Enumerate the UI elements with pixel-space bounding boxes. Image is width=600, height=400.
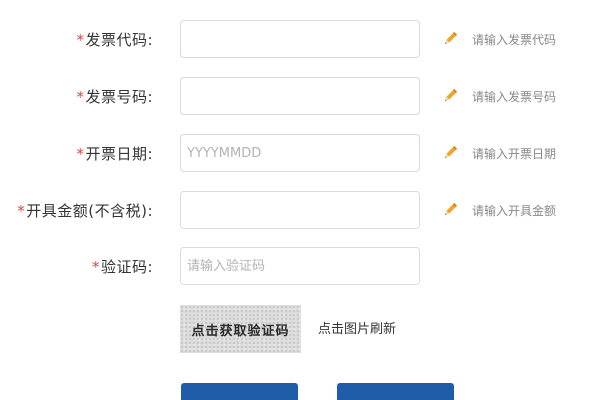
invoice-date-hint: 请输入开票日期 [472,147,557,161]
pencil-icon [445,88,458,101]
captcha-refresh-text[interactable]: 点击图片刷新 [318,318,396,337]
invoice-date-label: *开票日期: [76,143,153,164]
required-mark: * [91,258,100,276]
required-mark: * [76,145,85,163]
invoice-date-input[interactable] [180,134,420,172]
captcha-image-text: 点击获取验证码 [191,323,290,339]
invoice-code-label: *发票代码: [76,29,153,50]
required-mark: * [76,31,85,49]
form-row-invoice-code: *发票代码: 请输入发票代码 [0,20,600,58]
invoice-verify-form: *发票代码: 请输入发票代码 *发票号码: 请输入发票号码 *开票日期: YYY… [0,0,600,400]
form-row-invoice-date: *开票日期: 请输入开票日期 [0,134,600,172]
captcha-input[interactable] [180,247,420,285]
invoice-amount-input[interactable] [180,191,420,229]
reset-button[interactable] [337,383,454,400]
submit-button[interactable] [181,383,298,400]
invoice-number-label-text: 发票号码: [85,88,153,106]
captcha-label-text: 验证码: [100,258,153,276]
invoice-amount-hint: 请输入开具金额 [472,204,557,218]
pencil-icon [445,145,458,158]
required-mark: * [76,88,85,106]
required-mark: * [17,202,26,220]
form-row-invoice-amount: *开具金额(不含税): 请输入开具金额 [0,191,600,229]
invoice-amount-label-text: 开具金额(不含税): [26,202,153,220]
captcha-label: *验证码: [92,256,153,277]
captcha-image[interactable]: 点击获取验证码 [180,305,301,353]
form-row-invoice-number: *发票号码: 请输入发票号码 [0,77,600,115]
form-row-captcha: *验证码: [0,247,600,285]
invoice-code-input[interactable] [180,20,420,58]
pencil-icon [445,31,458,44]
pencil-icon [445,202,458,215]
invoice-number-input[interactable] [180,77,420,115]
invoice-date-label-text: 开票日期: [85,145,153,163]
invoice-number-label: *发票号码: [76,86,153,107]
invoice-amount-label: *开具金额(不含税): [17,200,153,221]
invoice-number-hint: 请输入发票号码 [472,90,557,104]
invoice-code-label-text: 发票代码: [85,31,153,49]
invoice-code-hint: 请输入发票代码 [472,33,557,47]
